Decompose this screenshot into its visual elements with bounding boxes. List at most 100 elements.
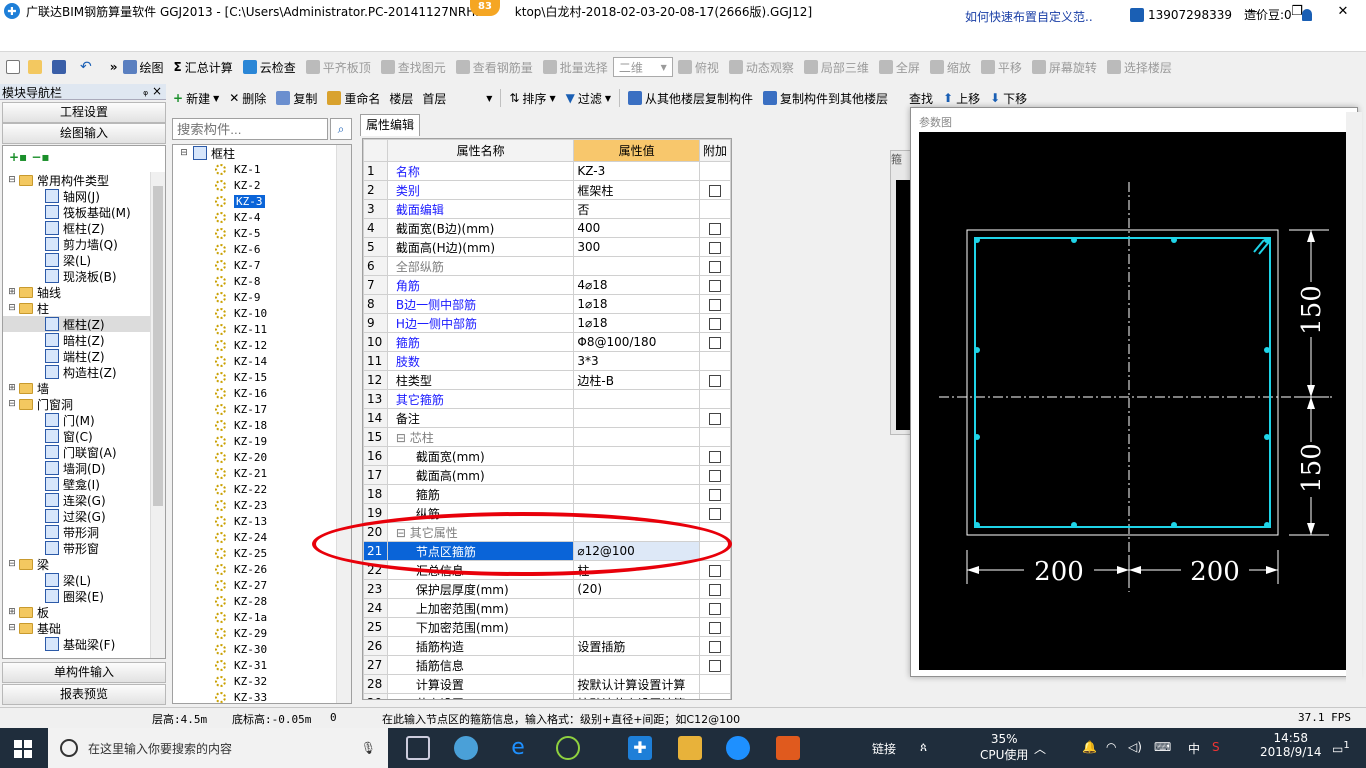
module-tree-item[interactable]: ⊞ 板 (3, 604, 165, 620)
collapse-icon[interactable]: ⊟ (7, 399, 17, 409)
keyboard-icon[interactable]: ⌨ (1154, 740, 1171, 754)
add-checkbox[interactable] (708, 317, 721, 330)
expand-collapse-icon[interactable]: +▪ −▪ (3, 146, 165, 172)
module-tree-item[interactable]: 带形洞 (3, 524, 165, 540)
property-row[interactable]: 17 截面高(mm) (363, 465, 731, 485)
draw-button[interactable]: 绘图 (118, 56, 169, 78)
taskbar-search-box[interactable]: 在这里输入你要搜索的内容 🎙 (48, 728, 388, 768)
property-value[interactable] (573, 655, 700, 675)
property-value[interactable] (573, 446, 700, 466)
add-checkbox[interactable] (708, 583, 721, 596)
property-row[interactable]: 10 箍筋 Φ8@100/180 (363, 332, 731, 352)
sum-calc-button[interactable]: Σ 汇总计算 (169, 56, 238, 78)
property-value[interactable] (573, 408, 700, 428)
add-checkbox[interactable] (708, 640, 721, 653)
project-settings-button[interactable]: 工程设置 (2, 102, 166, 123)
zoom-button[interactable]: 缩放 (925, 56, 976, 78)
property-row[interactable]: 13 其它箍筋 (363, 389, 731, 409)
property-value[interactable] (573, 389, 700, 409)
move-down-button[interactable]: ⬇ 下移 (985, 87, 1032, 109)
report-preview-button[interactable]: 报表预览 (2, 684, 166, 705)
add-checkbox[interactable] (708, 298, 721, 311)
component-item[interactable]: KZ-14 (173, 353, 351, 369)
property-row[interactable]: 18 箍筋 (363, 484, 731, 504)
module-tree-item[interactable]: 窗(C) (3, 428, 165, 444)
component-item[interactable]: KZ-3 (173, 193, 351, 209)
edge-browser-icon[interactable]: e (506, 736, 530, 760)
property-row[interactable]: 1 名称 KZ-3 (363, 161, 731, 181)
component-item[interactable]: KZ-18 (173, 417, 351, 433)
component-item[interactable]: KZ-20 (173, 449, 351, 465)
component-search-input[interactable] (172, 118, 328, 140)
component-item[interactable]: KZ-10 (173, 305, 351, 321)
add-checkbox[interactable] (708, 659, 721, 672)
property-row[interactable]: 9 H边一侧中部筋 1⌀18 (363, 313, 731, 333)
component-list-scrollbar[interactable] (336, 145, 351, 703)
add-checkbox[interactable] (708, 184, 721, 197)
module-tree-item[interactable]: 轴网(J) (3, 188, 165, 204)
add-checkbox[interactable] (708, 469, 721, 482)
module-tree-item[interactable]: 门联窗(A) (3, 444, 165, 460)
component-item[interactable]: KZ-31 (173, 657, 351, 673)
component-item[interactable]: KZ-5 (173, 225, 351, 241)
module-tree-item[interactable]: 带形窗 (3, 540, 165, 556)
module-tree-item[interactable]: 基础梁(F) (3, 636, 165, 652)
component-item[interactable]: KZ-16 (173, 385, 351, 401)
component-item[interactable]: KZ-17 (173, 401, 351, 417)
component-item[interactable]: KZ-11 (173, 321, 351, 337)
app-icon[interactable] (556, 736, 580, 760)
module-tree-item[interactable]: 暗柱(Z) (3, 332, 165, 348)
component-item[interactable]: KZ-19 (173, 433, 351, 449)
batch-select-button[interactable]: 批量选择 (538, 56, 613, 78)
property-row[interactable]: 4 截面宽(B边)(mm) 400 (363, 218, 731, 238)
component-item[interactable]: KZ-9 (173, 289, 351, 305)
add-checkbox[interactable] (708, 507, 721, 520)
cloud-check-button[interactable]: 云检查 (238, 56, 301, 78)
expand-icon[interactable]: ⊞ (7, 607, 17, 617)
module-tree-item[interactable]: 筏板基础(M) (3, 204, 165, 220)
collapse-icon[interactable]: ⊟ (7, 303, 17, 313)
property-value[interactable]: KZ-3 (573, 161, 700, 181)
view-mode-select[interactable]: 二维 ▼ (612, 57, 673, 77)
module-tree-item[interactable]: 端柱(Z) (3, 348, 165, 364)
copy-to-floor-button[interactable]: 复制构件到其他楼层 (758, 87, 893, 109)
chevron-up-icon[interactable]: ︿ (1034, 740, 1046, 757)
add-checkbox[interactable] (708, 336, 721, 349)
copy-from-floor-button[interactable]: 从其他楼层复制构件 (623, 87, 758, 109)
collapse-icon[interactable]: ⊟ (7, 175, 17, 185)
property-row[interactable]: 11 肢数 3*3 (363, 351, 731, 371)
module-tree-item[interactable]: ⊞ 轴线 (3, 284, 165, 300)
add-checkbox[interactable] (708, 241, 721, 254)
property-value[interactable] (573, 427, 700, 447)
add-checkbox[interactable] (708, 602, 721, 615)
property-row[interactable]: 7 角筋 4⌀18 (363, 275, 731, 295)
glodon-app-icon[interactable]: ✚ (628, 736, 652, 760)
rotate-button[interactable]: 屏幕旋转 (1027, 56, 1102, 78)
module-tree-item[interactable]: 框柱(Z) (3, 316, 165, 332)
module-tree-item[interactable]: 壁龛(I) (3, 476, 165, 492)
property-value[interactable]: (20) (573, 579, 700, 599)
module-tree-item[interactable]: 现浇板(B) (3, 268, 165, 284)
component-item[interactable]: KZ-28 (173, 593, 351, 609)
component-item[interactable]: KZ-8 (173, 273, 351, 289)
delete-button[interactable]: ✕ 删除 (224, 87, 271, 109)
save-icon[interactable] (52, 60, 66, 74)
collapse-icon[interactable]: ⊟ (179, 148, 189, 158)
filter-button[interactable]: ▼ 过滤 ▼ (561, 87, 616, 109)
module-tree-item[interactable]: 墙洞(D) (3, 460, 165, 476)
property-row[interactable]: 8 B边一侧中部筋 1⌀18 (363, 294, 731, 314)
property-value[interactable] (573, 256, 700, 276)
component-item[interactable]: KZ-6 (173, 241, 351, 257)
select-floor-button[interactable]: 选择楼层 (1102, 56, 1177, 78)
people-icon[interactable]: ጰ (920, 740, 927, 755)
component-item[interactable]: KZ-2 (173, 177, 351, 193)
new-button[interactable]: + 新建 ▼ (168, 87, 224, 109)
notification-bell-icon[interactable]: 🔔 (1082, 740, 1097, 754)
component-item[interactable]: KZ-4 (173, 209, 351, 225)
property-value[interactable]: 按默认节点设置计算 (573, 693, 700, 699)
property-row[interactable]: 16 截面宽(mm) (363, 446, 731, 466)
property-row[interactable]: 24 上加密范围(mm) (363, 598, 731, 618)
fan-app-icon[interactable] (454, 736, 478, 760)
add-checkbox[interactable] (708, 564, 721, 577)
property-value[interactable]: 边柱-B (573, 370, 700, 390)
